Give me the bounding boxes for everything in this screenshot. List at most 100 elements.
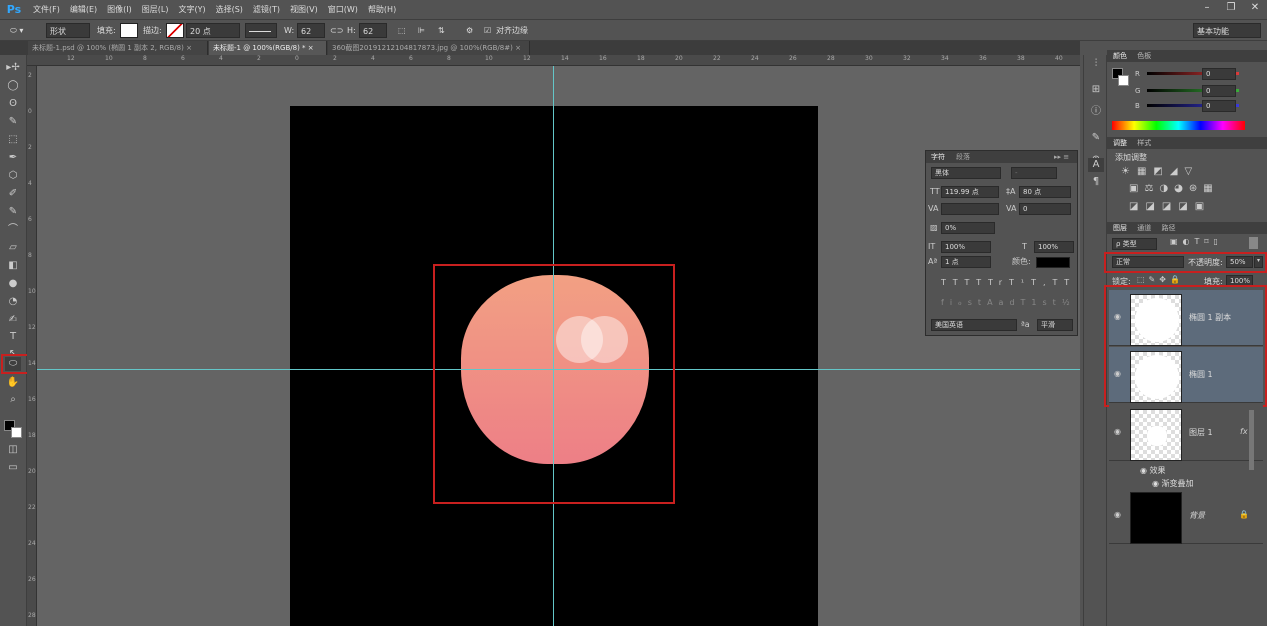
brush-panel-icon[interactable]: ✎ — [1088, 131, 1104, 145]
layers-scrollbar[interactable] — [1249, 410, 1254, 470]
b-value[interactable]: 0 — [1202, 100, 1236, 112]
crop-tool-icon[interactable]: ⬚ — [5, 133, 21, 147]
faux-bold-button[interactable]: T — [941, 278, 953, 287]
zoom-tool-icon[interactable]: ⌕ — [5, 393, 21, 407]
tab-layers[interactable]: 图层 — [1113, 224, 1127, 232]
info-panel-icon[interactable]: ⓘ — [1088, 105, 1104, 119]
discretionary-ligatures-button[interactable]: st — [968, 298, 987, 307]
layer-filter-toggle[interactable] — [1249, 237, 1258, 249]
quick-select-tool-icon[interactable]: ✎ — [5, 115, 21, 129]
history-panel-icon[interactable]: ⫶ — [1088, 57, 1104, 71]
tab-channels[interactable]: 通道 — [1137, 224, 1151, 232]
layer-filter-icons[interactable]: ▣◐T⌑▯ — [1170, 237, 1223, 246]
ellipse-tool-preset-icon[interactable]: ⬭ ▾ — [10, 23, 40, 38]
minimize-button[interactable]: – — [1195, 0, 1219, 15]
menu-type[interactable]: 文字(Y) — [173, 0, 210, 19]
tab-document-1[interactable]: 未标题-1.psd @ 100% (椭圆 1 副本 2, RGB/8) × — [28, 41, 208, 55]
menu-window[interactable]: 窗口(W) — [323, 0, 363, 19]
fractions-button[interactable]: ½ — [1062, 298, 1076, 307]
gradient-tool-icon[interactable]: ◧ — [5, 259, 21, 273]
menu-select[interactable]: 选择(S) — [211, 0, 248, 19]
type-style-buttons[interactable]: TTTTTrT¹T,TT — [941, 277, 1076, 289]
path-alignment-icon[interactable]: ⊫ — [418, 23, 425, 38]
tab-close-icon[interactable]: × — [186, 44, 192, 52]
horizontal-scale-field[interactable]: 100% — [1034, 241, 1074, 253]
marquee-tool-icon[interactable]: ◯ — [5, 79, 21, 93]
tab-close-icon[interactable]: × — [515, 44, 521, 52]
background-color-swatch[interactable] — [11, 427, 22, 438]
superscript-button[interactable]: T¹ — [1009, 278, 1031, 287]
eraser-tool-icon[interactable]: ▱ — [5, 241, 21, 255]
history-brush-tool-icon[interactable]: ⌒ — [5, 223, 21, 237]
baseline-shift-field[interactable]: 1 点 — [941, 256, 991, 268]
lasso-tool-icon[interactable]: ʘ — [5, 97, 21, 111]
swash-button[interactable]: A — [987, 298, 998, 307]
type-tool-icon[interactable]: T — [5, 330, 21, 344]
stroke-size-field[interactable]: 20 点 — [186, 23, 240, 38]
menu-filter[interactable]: 滤镜(T) — [248, 0, 285, 19]
tab-color[interactable]: 颜色 — [1113, 52, 1127, 60]
layer-fx-icon[interactable]: fx — [1240, 427, 1248, 436]
layer-1[interactable]: ◉ 图层 1 fx — [1109, 405, 1263, 461]
stylistic-alternates-button[interactable]: ad — [999, 298, 1021, 307]
font-size-field[interactable]: 119.99 点 — [941, 186, 999, 198]
move-tool-icon[interactable]: ▸✢ — [5, 61, 21, 75]
lock-icons[interactable]: ⬚✎✥🔒 — [1137, 275, 1184, 284]
bg-color-swatch[interactable] — [1118, 75, 1129, 86]
subscript-button[interactable]: T, — [1031, 278, 1052, 287]
layer-name[interactable]: 图层 1 — [1189, 427, 1213, 438]
menu-image[interactable]: 图像(I) — [102, 0, 137, 19]
eyedropper-tool-icon[interactable]: ✒ — [5, 151, 21, 165]
height-field[interactable]: 62 像素 — [359, 23, 387, 51]
faux-italic-button[interactable]: T — [953, 278, 965, 287]
path-arrangement-icon[interactable]: ⇅ — [438, 23, 445, 38]
tab-document-2[interactable]: 未标题-1 @ 100%(RGB/8) * × — [209, 41, 327, 55]
strikethrough-button[interactable]: T — [1064, 278, 1076, 287]
menu-edit[interactable]: 编辑(E) — [65, 0, 102, 19]
r-value[interactable]: 0 — [1202, 68, 1236, 80]
screen-mode-icon[interactable]: ▭ — [5, 461, 21, 475]
adjustment-icons-row-3[interactable]: ◪◪◪◪▣ — [1129, 201, 1211, 212]
healing-tool-icon[interactable]: ⬡ — [5, 169, 21, 183]
stroke-swatch[interactable] — [166, 23, 184, 38]
all-caps-button[interactable]: TT — [965, 278, 989, 287]
color-spectrum-bar[interactable] — [1112, 121, 1245, 130]
path-operations-icon[interactable]: ⬚ — [398, 23, 406, 38]
width-field[interactable]: 62 像素 — [297, 23, 325, 51]
underline-button[interactable]: T — [1053, 278, 1065, 287]
kerning-field[interactable] — [941, 203, 999, 215]
tab-document-3[interactable]: 360截图20191212104817873.jpg @ 100%(RGB/8#… — [328, 41, 530, 55]
workspace-select[interactable]: 基本功能 — [1193, 23, 1261, 38]
opentype-buttons[interactable]: fiℴstAadT1st½ — [941, 297, 1076, 309]
shape-mode-select[interactable]: 形状 — [46, 23, 90, 38]
effects-row[interactable]: ◉ 效果 — [1140, 465, 1166, 476]
tab-swatches[interactable]: 色板 — [1137, 52, 1151, 60]
hand-tool-icon[interactable]: ✋ — [5, 376, 21, 390]
visibility-eye-icon[interactable]: ◉ — [1114, 510, 1121, 519]
anti-alias-select[interactable]: 平滑 — [1037, 319, 1073, 331]
properties-panel-icon[interactable]: ⊞ — [1088, 83, 1104, 97]
layer-background[interactable]: ◉ 背景 🔒 — [1109, 488, 1263, 544]
stamp-tool-icon[interactable]: ✎ — [5, 205, 21, 219]
tab-adjustments[interactable]: 调整 — [1113, 139, 1127, 147]
tab-paths[interactable]: 路径 — [1161, 224, 1175, 232]
character-panel-icon[interactable]: A — [1088, 158, 1104, 172]
blur-tool-icon[interactable]: ● — [5, 277, 21, 291]
quick-mask-icon[interactable]: ◫ — [5, 443, 21, 457]
ordinals-button[interactable]: 1st — [1031, 298, 1061, 307]
gear-icon[interactable]: ⚙ — [466, 23, 473, 38]
language-select[interactable]: 美国英语 — [931, 319, 1017, 331]
link-icon[interactable]: ⊂⊃ — [330, 23, 343, 38]
restore-button[interactable]: ❐ — [1219, 0, 1243, 15]
adjustment-icons-row-2[interactable]: ▣⚖◑◕⊛▦ — [1129, 183, 1219, 194]
menu-file[interactable]: 文件(F) — [28, 0, 65, 19]
layer-filter-select[interactable]: ρ 类型 — [1112, 238, 1157, 250]
tab-paragraph[interactable]: 段落 — [956, 151, 970, 163]
tab-close-icon[interactable]: × — [308, 44, 314, 52]
contextual-alternates-button[interactable]: ℴ — [958, 298, 968, 307]
ligatures-button[interactable]: fi — [941, 298, 958, 307]
pen-tool-icon[interactable]: ✍ — [5, 313, 21, 327]
tracking-field[interactable]: 0 — [1019, 203, 1071, 215]
menu-view[interactable]: 视图(V) — [285, 0, 323, 19]
brush-tool-icon[interactable]: ✐ — [5, 187, 21, 201]
